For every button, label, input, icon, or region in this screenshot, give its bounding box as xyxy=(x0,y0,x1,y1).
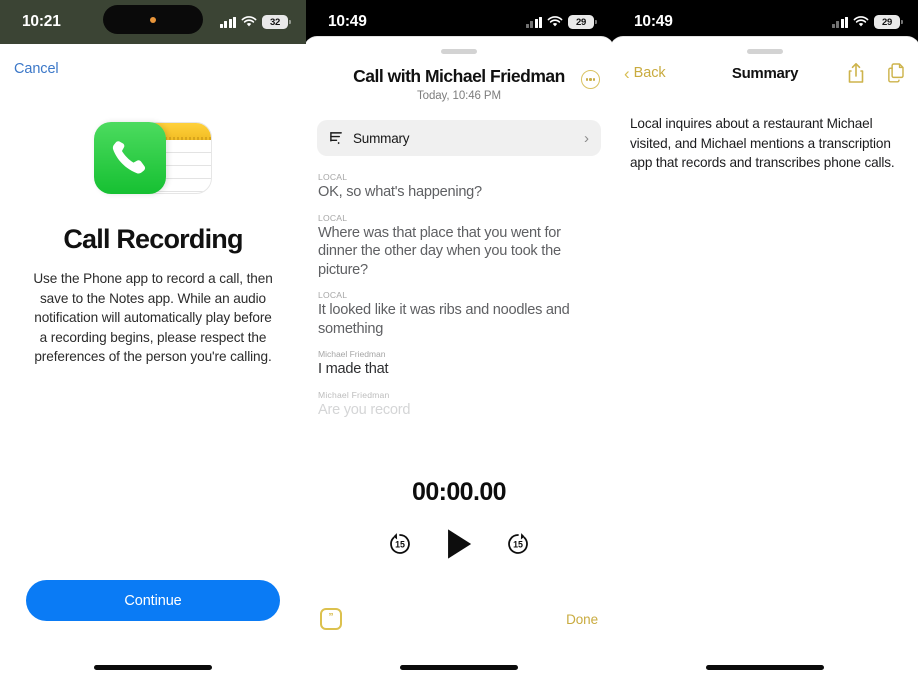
call-title: Call with Michael Friedman xyxy=(353,66,565,86)
play-icon[interactable] xyxy=(444,527,474,561)
cellular-bars-icon xyxy=(525,16,542,28)
call-timestamp: Today, 10:46 PM xyxy=(417,90,501,102)
recording-indicator-dot xyxy=(150,16,156,23)
transcript-text: Are you record xyxy=(318,401,411,418)
nav-actions xyxy=(846,61,906,85)
cellular-bars-icon xyxy=(831,16,848,28)
transcript-list: LOCAL OK, so what's happening? LOCAL Whe… xyxy=(318,172,600,419)
home-indicator[interactable] xyxy=(400,665,518,670)
page-description: Use the Phone app to record a call, then… xyxy=(33,271,273,364)
status-indicators: 32 xyxy=(219,15,291,29)
summary-row-label: Summary xyxy=(353,130,410,146)
wifi-icon xyxy=(547,16,563,27)
status-time: 10:21 xyxy=(22,13,61,30)
transcript-text: OK, so what's happening? xyxy=(318,184,482,200)
transcript-speaker: LOCAL xyxy=(318,172,348,182)
battery-icon: 29 xyxy=(874,15,903,29)
transcript-fade-overlay xyxy=(306,432,612,478)
transcript-speaker: LOCAL xyxy=(318,212,348,223)
playback-controls: 15 15 xyxy=(306,527,612,561)
app-icons-group xyxy=(0,122,306,194)
player-footer: ” Done xyxy=(306,608,612,630)
svg-text:15: 15 xyxy=(513,540,523,550)
transcript-speaker: LOCAL xyxy=(318,290,348,300)
sheet-grabber[interactable] xyxy=(747,49,783,54)
chevron-right-icon: › xyxy=(584,129,589,147)
more-options-icon[interactable] xyxy=(581,70,600,89)
phone-handset-glyph xyxy=(112,141,146,174)
audio-player: 00:00.00 15 15 xyxy=(306,478,612,561)
copy-pages-icon[interactable] xyxy=(886,61,906,85)
cancel-button[interactable]: Cancel xyxy=(14,61,59,77)
summary-text: Local inquires about a restaurant Michae… xyxy=(630,116,895,170)
transcript-item: LOCAL Where was that place that you went… xyxy=(318,213,600,280)
done-button[interactable]: Done xyxy=(566,612,598,627)
page-title: Call Recording xyxy=(63,224,243,254)
cellular-bars-icon xyxy=(219,16,236,28)
screenshot-triptych: 10:21 32 Cancel Call Recording Use the P… xyxy=(0,0,918,678)
status-indicators: 29 xyxy=(525,15,597,29)
status-time: 10:49 xyxy=(634,13,673,30)
status-time: 10:49 xyxy=(328,13,367,30)
summary-row[interactable]: Summary › xyxy=(317,120,601,156)
transcript-item: Michael Friedman I made that xyxy=(318,349,600,379)
screen-call-recording-intro: 10:21 32 Cancel Call Recording Use the P… xyxy=(0,0,306,678)
nav-bar: ‹ Back Summary xyxy=(612,58,918,88)
sheet-grabber[interactable] xyxy=(441,49,477,54)
continue-button[interactable]: Continue xyxy=(26,580,280,621)
screen-summary: 10:49 29 ‹ Back Summary Local inquires a… xyxy=(612,0,918,678)
screen-call-transcript: 10:49 29 Call with Michael Friedman Toda… xyxy=(306,0,612,678)
summary-lines-icon xyxy=(330,132,342,145)
transcript-item: LOCAL OK, so what's happening? xyxy=(318,172,600,202)
transcript-item: Michael Friedman Are you record xyxy=(318,390,600,420)
transcript-item: LOCAL It looked like it was ribs and noo… xyxy=(318,290,600,338)
transcript-text: I made that xyxy=(318,361,389,377)
skip-back-15-icon[interactable]: 15 xyxy=(386,530,414,558)
battery-level: 29 xyxy=(882,16,892,28)
transcript-text: It looked like it was ribs and noodles a… xyxy=(318,302,570,337)
quote-bubble-icon[interactable]: ” xyxy=(320,608,342,630)
svg-text:15: 15 xyxy=(395,540,405,550)
home-indicator[interactable] xyxy=(706,665,824,670)
skip-forward-15-icon[interactable]: 15 xyxy=(504,530,532,558)
battery-icon: 32 xyxy=(262,15,291,29)
status-bar: 10:21 32 xyxy=(0,0,306,44)
battery-icon: 29 xyxy=(568,15,597,29)
status-indicators: 29 xyxy=(831,15,903,29)
wifi-icon xyxy=(853,16,869,27)
transcript-speaker: Michael Friedman xyxy=(318,349,386,359)
wifi-icon xyxy=(241,16,257,27)
transcript-speaker: Michael Friedman xyxy=(318,389,390,400)
playback-timer: 00:00.00 xyxy=(412,478,507,506)
share-icon[interactable] xyxy=(846,61,866,85)
transcript-text: Where was that place that you went for d… xyxy=(318,224,561,278)
home-indicator[interactable] xyxy=(94,665,212,670)
nav-bar: Cancel xyxy=(0,44,306,78)
battery-level: 29 xyxy=(576,16,586,28)
dynamic-island xyxy=(103,5,203,34)
battery-level: 32 xyxy=(270,16,280,28)
phone-app-icon xyxy=(94,122,166,194)
